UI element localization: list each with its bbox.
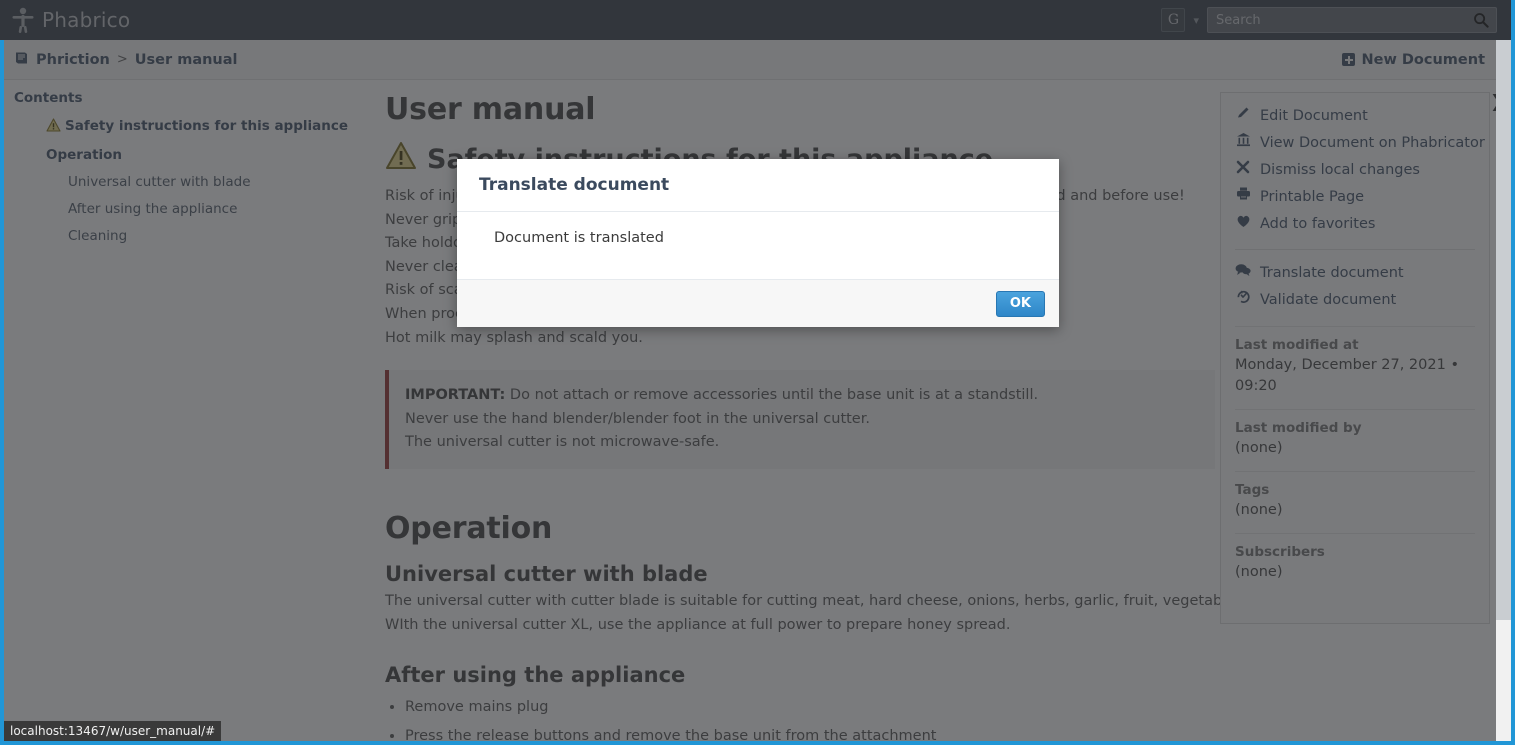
dialog-footer: OK	[457, 279, 1059, 327]
dialog-title: Translate document	[479, 175, 670, 195]
window-frame-bottom	[0, 741, 1515, 745]
ok-button[interactable]: OK	[995, 290, 1045, 317]
window-frame-left	[0, 40, 4, 745]
dialog-message: Document is translated	[494, 230, 664, 246]
status-bar-url: localhost:13467/w/user_manual/#	[4, 721, 222, 741]
window-frame-right	[1511, 0, 1515, 745]
modal-overlay[interactable]	[0, 0, 1515, 745]
dialog-header: Translate document	[457, 159, 1059, 212]
translate-document-dialog: Translate document Document is translate…	[457, 159, 1059, 327]
app-window: Phabrico G ▾	[0, 0, 1515, 745]
dialog-body: Document is translated	[457, 212, 1059, 279]
vertical-scrollbar-thumb[interactable]	[1496, 40, 1511, 620]
